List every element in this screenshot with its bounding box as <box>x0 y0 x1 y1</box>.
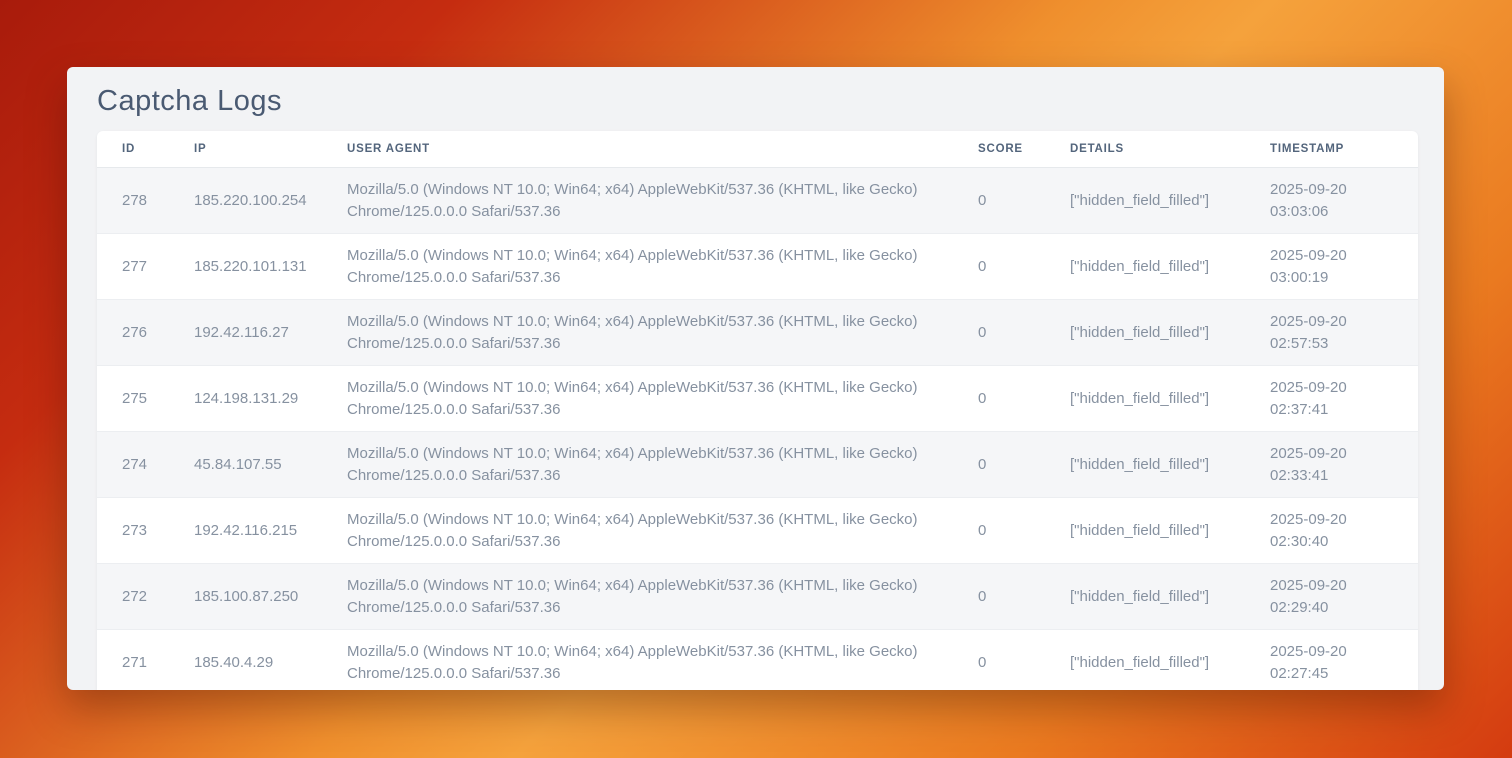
page-title: Captcha Logs <box>97 83 1418 119</box>
cell-score: 0 <box>968 432 1060 498</box>
column-header-timestamp: TIMESTAMP <box>1260 131 1418 168</box>
cell-timestamp: 2025-09-20 02:30:40 <box>1260 498 1418 564</box>
column-header-score: SCORE <box>968 131 1060 168</box>
table-row: 273 192.42.116.215 Mozilla/5.0 (Windows … <box>97 498 1418 564</box>
cell-user-agent: Mozilla/5.0 (Windows NT 10.0; Win64; x64… <box>337 168 968 234</box>
column-header-user-agent: USER AGENT <box>337 131 968 168</box>
table-body: 278 185.220.100.254 Mozilla/5.0 (Windows… <box>97 168 1418 691</box>
table-header-row: ID IP USER AGENT SCORE DETAILS TIMESTAMP <box>97 131 1418 168</box>
cell-timestamp: 2025-09-20 02:37:41 <box>1260 366 1418 432</box>
captcha-logs-card: Captcha Logs ID IP USER AGENT SCORE DETA… <box>67 67 1444 690</box>
cell-ip: 185.40.4.29 <box>184 630 337 691</box>
cell-score: 0 <box>968 564 1060 630</box>
cell-id: 271 <box>97 630 184 691</box>
cell-timestamp: 2025-09-20 03:03:06 <box>1260 168 1418 234</box>
table-row: 274 45.84.107.55 Mozilla/5.0 (Windows NT… <box>97 432 1418 498</box>
cell-score: 0 <box>968 366 1060 432</box>
cell-score: 0 <box>968 498 1060 564</box>
cell-id: 277 <box>97 234 184 300</box>
cell-ip: 185.100.87.250 <box>184 564 337 630</box>
table-row: 276 192.42.116.27 Mozilla/5.0 (Windows N… <box>97 300 1418 366</box>
column-header-details: DETAILS <box>1060 131 1260 168</box>
cell-id: 272 <box>97 564 184 630</box>
column-header-ip: IP <box>184 131 337 168</box>
cell-ip: 192.42.116.215 <box>184 498 337 564</box>
cell-score: 0 <box>968 234 1060 300</box>
cell-user-agent: Mozilla/5.0 (Windows NT 10.0; Win64; x64… <box>337 234 968 300</box>
cell-user-agent: Mozilla/5.0 (Windows NT 10.0; Win64; x64… <box>337 432 968 498</box>
table-row: 275 124.198.131.29 Mozilla/5.0 (Windows … <box>97 366 1418 432</box>
cell-timestamp: 2025-09-20 02:33:41 <box>1260 432 1418 498</box>
captcha-logs-table: ID IP USER AGENT SCORE DETAILS TIMESTAMP… <box>97 131 1418 690</box>
cell-ip: 185.220.101.131 <box>184 234 337 300</box>
table-row: 272 185.100.87.250 Mozilla/5.0 (Windows … <box>97 564 1418 630</box>
table-header: ID IP USER AGENT SCORE DETAILS TIMESTAMP <box>97 131 1418 168</box>
column-header-id: ID <box>97 131 184 168</box>
table-row: 271 185.40.4.29 Mozilla/5.0 (Windows NT … <box>97 630 1418 691</box>
cell-score: 0 <box>968 168 1060 234</box>
cell-ip: 192.42.116.27 <box>184 300 337 366</box>
cell-details: ["hidden_field_filled"] <box>1060 630 1260 691</box>
cell-details: ["hidden_field_filled"] <box>1060 168 1260 234</box>
cell-timestamp: 2025-09-20 02:29:40 <box>1260 564 1418 630</box>
logs-table-panel: ID IP USER AGENT SCORE DETAILS TIMESTAMP… <box>97 131 1418 690</box>
cell-user-agent: Mozilla/5.0 (Windows NT 10.0; Win64; x64… <box>337 498 968 564</box>
cell-id: 278 <box>97 168 184 234</box>
cell-ip: 124.198.131.29 <box>184 366 337 432</box>
table-row: 277 185.220.101.131 Mozilla/5.0 (Windows… <box>97 234 1418 300</box>
cell-details: ["hidden_field_filled"] <box>1060 564 1260 630</box>
cell-score: 0 <box>968 630 1060 691</box>
cell-details: ["hidden_field_filled"] <box>1060 234 1260 300</box>
cell-ip: 45.84.107.55 <box>184 432 337 498</box>
cell-details: ["hidden_field_filled"] <box>1060 300 1260 366</box>
cell-timestamp: 2025-09-20 03:00:19 <box>1260 234 1418 300</box>
cell-user-agent: Mozilla/5.0 (Windows NT 10.0; Win64; x64… <box>337 630 968 691</box>
cell-details: ["hidden_field_filled"] <box>1060 432 1260 498</box>
cell-id: 274 <box>97 432 184 498</box>
cell-user-agent: Mozilla/5.0 (Windows NT 10.0; Win64; x64… <box>337 300 968 366</box>
cell-id: 275 <box>97 366 184 432</box>
cell-details: ["hidden_field_filled"] <box>1060 498 1260 564</box>
cell-timestamp: 2025-09-20 02:57:53 <box>1260 300 1418 366</box>
table-row: 278 185.220.100.254 Mozilla/5.0 (Windows… <box>97 168 1418 234</box>
cell-id: 276 <box>97 300 184 366</box>
cell-id: 273 <box>97 498 184 564</box>
cell-user-agent: Mozilla/5.0 (Windows NT 10.0; Win64; x64… <box>337 366 968 432</box>
page-background: { "page": { "title": "Captcha Logs" }, "… <box>0 0 1512 758</box>
cell-ip: 185.220.100.254 <box>184 168 337 234</box>
cell-user-agent: Mozilla/5.0 (Windows NT 10.0; Win64; x64… <box>337 564 968 630</box>
cell-score: 0 <box>968 300 1060 366</box>
cell-timestamp: 2025-09-20 02:27:45 <box>1260 630 1418 691</box>
cell-details: ["hidden_field_filled"] <box>1060 366 1260 432</box>
